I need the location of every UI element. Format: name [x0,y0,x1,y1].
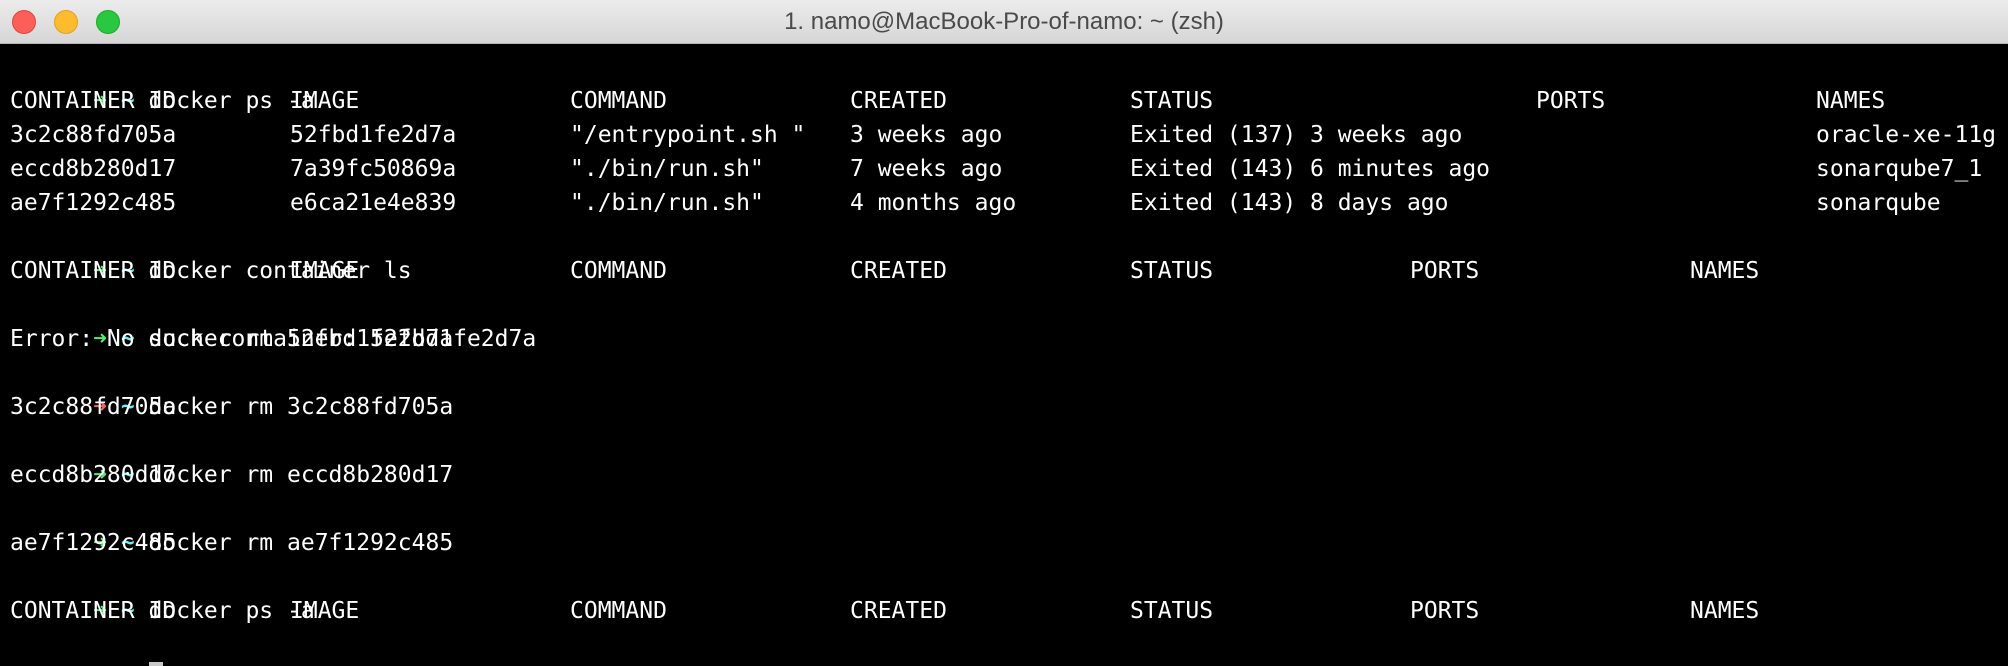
window-title: 1. namo@MacBook-Pro-of-namo: ~ (zsh) [784,8,1224,35]
table-header-row: CONTAINER ID IMAGE COMMAND CREATED STATU… [10,254,2008,288]
names-cell: sonarqube [1816,190,1941,216]
column-header-ports: PORTS [1410,598,1480,624]
column-header-created: CREATED [850,598,947,624]
created-cell: 4 months ago [850,190,1017,216]
prompt-line: ➜ ~ docker ps -a [10,50,2008,114]
column-header-names: NAMES [1690,258,1760,284]
column-header-names: NAMES [1816,88,1886,114]
container-id-cell: eccd8b280d17 [10,156,177,182]
text-cursor[interactable] [148,662,163,666]
table-header-row: CONTAINER ID IMAGE COMMAND CREATED STATU… [10,594,2008,628]
prompt-line: ➜ ~ docker rm 52fbd1fe2d7a [10,288,2008,352]
column-header-created: CREATED [850,258,947,284]
command-cell: "/entrypoint.sh " [570,122,806,148]
title-bar[interactable]: 1. namo@MacBook-Pro-of-namo: ~ (zsh) [0,0,2008,44]
names-cell: oracle-xe-11g [1816,122,1997,148]
command-cell: "./bin/run.sh" [570,190,764,216]
column-header-ports: PORTS [1536,88,1606,114]
status-cell: Exited (143) 8 days ago [1130,190,1449,216]
created-cell: 7 weeks ago [850,156,1003,182]
container-id-cell: ae7f1292c485 [10,190,177,216]
column-header-image: IMAGE [290,598,360,624]
table-header-row: CONTAINER ID IMAGE COMMAND CREATED STATU… [10,84,2008,118]
column-header-names: NAMES [1690,598,1760,624]
table-row: 3c2c88fd705a 52fbd1fe2d7a "/entrypoint.s… [10,118,2008,152]
column-header-ports: PORTS [1410,258,1480,284]
column-header-command: COMMAND [570,88,667,114]
column-header-status: STATUS [1130,598,1214,624]
column-header-container-id: CONTAINER ID [10,598,177,624]
output-line: 3c2c88fd705a [10,394,177,420]
column-header-status: STATUS [1130,88,1214,114]
prompt-line: ➜ ~ docker ps -a [10,560,2008,624]
prompt-line: ➜ ~ docker rm eccd8b280d17 [10,424,2008,488]
table-row: eccd8b280d17 7a39fc50869a "./bin/run.sh"… [10,152,2008,186]
status-cell: Exited (143) 6 minutes ago [1130,156,1491,182]
column-header-created: CREATED [850,88,947,114]
command-cell: "./bin/run.sh" [570,156,764,182]
output-line: eccd8b280d17 [10,462,177,488]
prompt-line: ➜ ~ docker rm 3c2c88fd705a [10,356,2008,420]
image-cell: 52fbd1fe2d7a [290,122,457,148]
created-cell: 3 weeks ago [850,122,1003,148]
current-prompt-line[interactable]: ➜ ~ [10,628,2008,666]
column-header-command: COMMAND [570,258,667,284]
names-cell: sonarqube7_1 [1816,156,1983,182]
column-header-image: IMAGE [290,88,360,114]
terminal-output[interactable]: ➜ ~ docker ps -a CONTAINER ID IMAGE COMM… [10,50,2008,666]
container-id-cell: 3c2c88fd705a [10,122,177,148]
column-header-container-id: CONTAINER ID [10,258,177,284]
prompt-line: ➜ ~ docker rm ae7f1292c485 [10,492,2008,556]
error-output-line: Error: No such container: 52fbd1fe2d7a [10,326,537,352]
image-cell: e6ca21e4e839 [290,190,457,216]
column-header-status: STATUS [1130,258,1214,284]
image-cell: 7a39fc50869a [290,156,457,182]
column-header-image: IMAGE [290,258,360,284]
output-line: ae7f1292c485 [10,530,177,556]
status-cell: Exited (137) 3 weeks ago [1130,122,1463,148]
column-header-command: COMMAND [570,598,667,624]
terminal-window: 1. namo@MacBook-Pro-of-namo: ~ (zsh) ➜ ~… [0,0,2008,666]
column-header-container-id: CONTAINER ID [10,88,177,114]
prompt-line: ➜ ~ docker container ls [10,220,2008,284]
table-row: ae7f1292c485 e6ca21e4e839 "./bin/run.sh"… [10,186,2008,220]
